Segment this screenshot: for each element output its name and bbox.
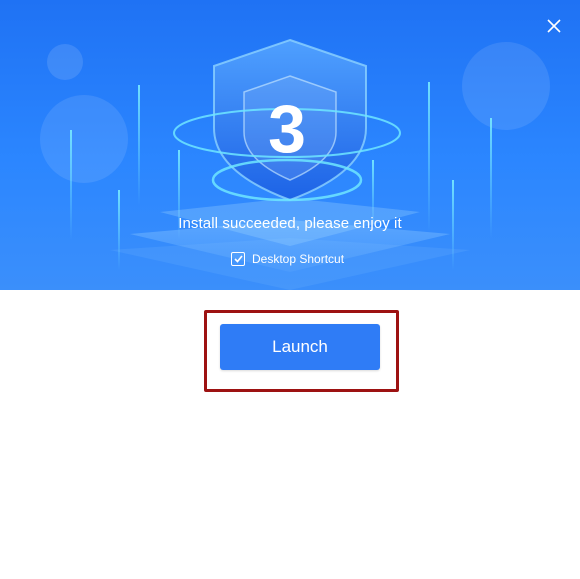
checkbox-icon[interactable]: [231, 252, 245, 266]
logo-numeral: 3: [268, 91, 306, 167]
installer-window: 3 Install succeeded, please enjoy it Des…: [0, 0, 580, 579]
close-icon: [547, 19, 561, 33]
close-button[interactable]: [542, 14, 566, 38]
install-success-message: Install succeeded, please enjoy it: [178, 215, 402, 232]
shield-logo-emblem: 3: [110, 38, 470, 290]
launch-button[interactable]: Launch: [220, 324, 380, 370]
check-icon: [233, 255, 243, 263]
desktop-shortcut-checkbox[interactable]: Desktop Shortcut: [231, 251, 344, 267]
desktop-shortcut-label: Desktop Shortcut: [252, 252, 345, 266]
success-banner: 3 Install succeeded, please enjoy it Des…: [0, 0, 580, 290]
